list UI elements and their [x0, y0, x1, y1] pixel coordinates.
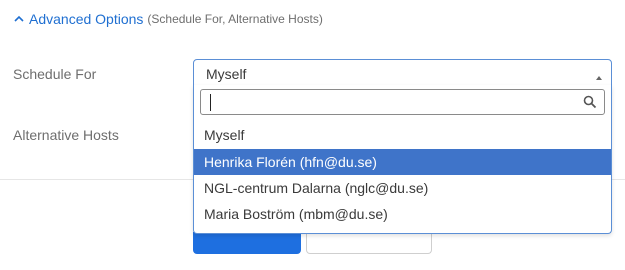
text-cursor — [210, 94, 211, 111]
dropdown-option-ngl-centrum-dalarna[interactable]: NGL-centrum Dalarna (nglc@du.se) — [194, 175, 611, 201]
dropdown-search-box[interactable] — [200, 89, 605, 115]
advanced-options-subtitle: (Schedule For, Alternative Hosts) — [147, 12, 323, 26]
dropdown-option-myself[interactable]: Myself — [194, 122, 611, 148]
cancel-button[interactable] — [306, 232, 432, 254]
caret-up-icon — [595, 69, 603, 80]
schedule-for-selected-value: Myself — [206, 66, 247, 82]
schedule-for-dropdown: Myself Henrika Florén (hfn@du.se) NGL-ce… — [193, 85, 612, 234]
save-button[interactable] — [193, 232, 301, 254]
advanced-options-toggle[interactable]: Advanced Options (Schedule For, Alternat… — [12, 10, 323, 28]
advanced-options-title: Advanced Options — [29, 11, 144, 27]
alternative-hosts-label: Alternative Hosts — [13, 127, 119, 143]
dropdown-option-henrika-floren[interactable]: Henrika Florén (hfn@du.se) — [194, 149, 611, 175]
dropdown-search-input[interactable] — [203, 91, 589, 113]
chevron-up-icon — [12, 12, 26, 26]
search-icon — [583, 95, 597, 109]
dropdown-option-maria-bostrom[interactable]: Maria Boström (mbm@du.se) — [194, 201, 611, 227]
schedule-for-select[interactable]: Myself — [193, 59, 612, 86]
schedule-for-label: Schedule For — [13, 66, 97, 82]
